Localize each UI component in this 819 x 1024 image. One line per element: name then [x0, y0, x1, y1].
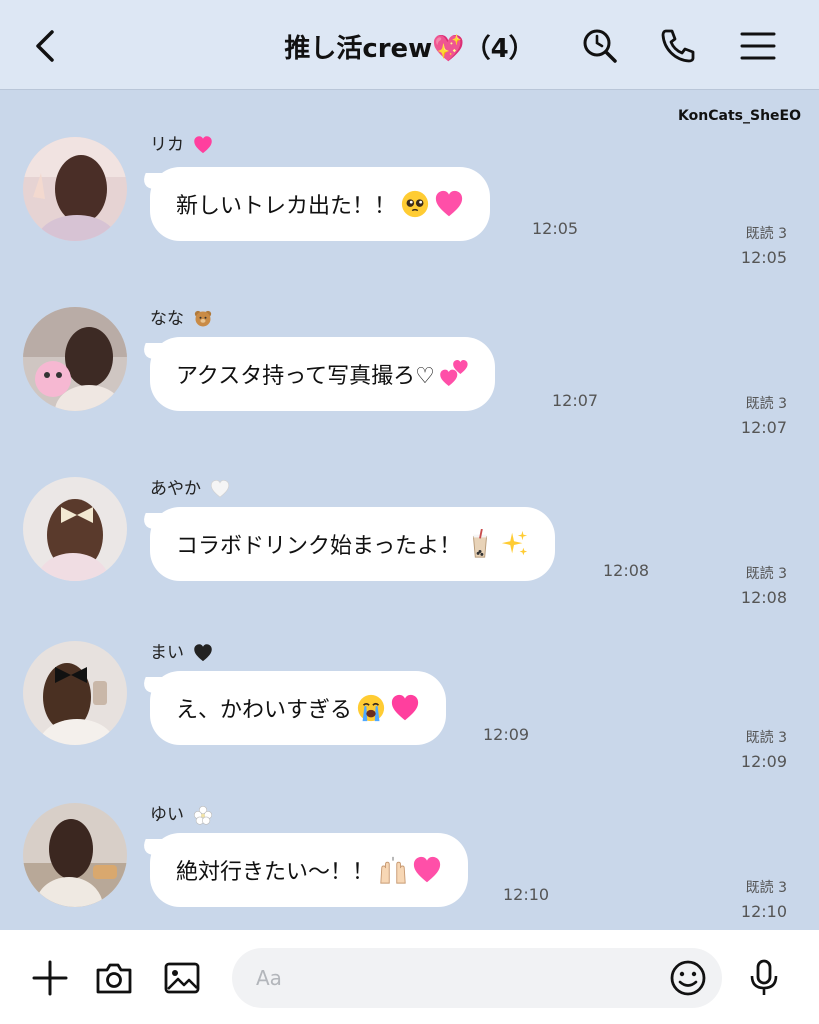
read-receipt: 既読 3 12:05: [740, 226, 787, 267]
sparkling-heart-icon: [390, 693, 420, 723]
search-icon[interactable]: [580, 26, 620, 66]
read-receipt: 既読 3 12:10: [740, 880, 787, 921]
image-icon[interactable]: [162, 958, 202, 998]
message-input[interactable]: [232, 948, 722, 1008]
sparkles-icon: [501, 530, 528, 556]
microphone-icon[interactable]: [744, 958, 784, 998]
message-bubble[interactable]: 絶対行きたい〜！！: [150, 833, 469, 907]
sender-name: なな: [150, 304, 213, 329]
emoji-icon[interactable]: [668, 958, 708, 998]
plus-icon[interactable]: [30, 958, 70, 998]
message-bubble[interactable]: え、かわいすぎる: [150, 671, 447, 745]
sparkling-heart-icon: [193, 135, 213, 155]
avatar[interactable]: [23, 641, 127, 745]
message-bubble[interactable]: 新しいトレカ出た！！: [150, 167, 491, 241]
message-time: 12:10: [503, 885, 550, 904]
black-heart-icon: [193, 643, 213, 663]
growing-heart-icon: [434, 189, 464, 219]
message-bubble[interactable]: アクスタ持って写真撮ろ♡: [150, 337, 495, 411]
bubble-tea-icon: [473, 529, 488, 558]
read-receipt: 既読 3 12:08: [740, 566, 787, 607]
growing-heart-icon: [412, 855, 442, 885]
message-bubble[interactable]: コラボドリンク始まったよ！: [150, 507, 556, 581]
message-time: 12:08: [603, 561, 650, 580]
avatar[interactable]: [23, 477, 127, 581]
sender-name: まい: [150, 638, 213, 663]
sender-name: ゆい: [150, 800, 213, 825]
message-row: まい え、かわいすぎる 12:09 既読 3 12:09: [0, 624, 819, 774]
white-heart-icon: [210, 479, 230, 499]
teddy-bear-icon: [195, 310, 212, 327]
message-time: 12:07: [552, 391, 599, 410]
two-hearts-icon: [439, 359, 469, 389]
read-receipt: 既読 3 12:09: [740, 730, 787, 771]
sender-name: リカ: [150, 130, 213, 155]
phone-icon[interactable]: [658, 26, 698, 66]
message-time: 12:09: [483, 725, 530, 744]
read-receipt: 既読 3 12:07: [740, 396, 787, 437]
raising-hands-icon: [380, 856, 406, 884]
crying-face-icon: [357, 694, 385, 722]
chat-header: 推し活crew💖（4）: [0, 0, 819, 90]
white-flower-icon: [194, 805, 213, 825]
pleading-face-icon: [401, 190, 429, 218]
sender-name: あやか: [150, 474, 230, 499]
avatar[interactable]: [23, 803, 127, 907]
message-row: ゆい 絶対行きたい〜！！ 12:10 既読 3 12:10: [0, 786, 819, 936]
message-row: なな アクスタ持って写真撮ろ♡ 12:07 既読 3 12:07: [0, 290, 819, 440]
camera-icon[interactable]: [94, 958, 134, 998]
avatar[interactable]: [23, 307, 127, 411]
message-row: リカ 新しいトレカ出た！！ 12:05 既読 3 12:05: [0, 120, 819, 270]
message-time: 12:05: [532, 219, 579, 238]
avatar[interactable]: [23, 137, 127, 241]
message-row: あやか コラボドリンク始まったよ！ 12:08 既読 3 12:08: [0, 460, 819, 610]
menu-icon[interactable]: [738, 26, 778, 66]
